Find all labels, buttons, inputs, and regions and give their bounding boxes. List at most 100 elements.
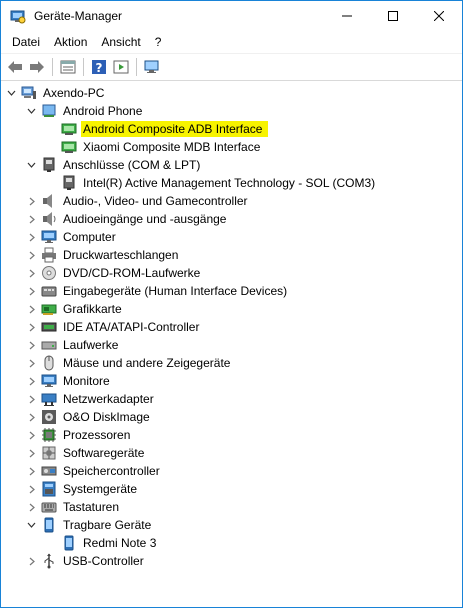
- tree-row-category[interactable]: DVD/CD-ROM-Laufwerke: [1, 264, 462, 282]
- monitor-icon: [41, 373, 57, 389]
- window-title: Geräte-Manager: [34, 9, 123, 23]
- collapse-chevron-icon[interactable]: [5, 84, 17, 102]
- tree-row-category[interactable]: Systemgeräte: [1, 480, 462, 498]
- tree-row-android-phone[interactable]: Android Phone: [1, 102, 462, 120]
- tree-row-category[interactable]: Mäuse und andere Zeigegeräte: [1, 354, 462, 372]
- device-manager-window: Geräte-Manager Datei Aktion Ansicht ? ?: [0, 0, 463, 608]
- tree-label: IDE ATA/ATAPI-Controller: [63, 320, 200, 334]
- tree-label-highlighted: Android Composite ADB Interface: [81, 121, 269, 137]
- tree-row-portable-devices[interactable]: Tragbare Geräte: [1, 516, 462, 534]
- collapse-chevron-icon[interactable]: [25, 516, 37, 534]
- expand-chevron-icon[interactable]: [25, 336, 37, 354]
- expand-chevron-icon[interactable]: [25, 228, 37, 246]
- tree-row-intel-amt[interactable]: Intel(R) Active Management Technology - …: [1, 174, 462, 192]
- keyboard-icon: [41, 499, 57, 515]
- expand-chevron-icon[interactable]: [25, 264, 37, 282]
- expand-chevron-icon[interactable]: [25, 372, 37, 390]
- toolbar-separator: [52, 58, 53, 76]
- tree-row-ports[interactable]: Anschlüsse (COM & LPT): [1, 156, 462, 174]
- tree-row-category[interactable]: Softwaregeräte: [1, 444, 462, 462]
- expand-chevron-icon[interactable]: [25, 192, 37, 210]
- expand-chevron-icon[interactable]: [25, 462, 37, 480]
- tree-label: Eingabegeräte (Human Interface Devices): [63, 284, 288, 298]
- tree-label: Mäuse und andere Zeigegeräte: [63, 356, 231, 370]
- tree-row-redmi-note[interactable]: Redmi Note 3: [1, 534, 462, 552]
- expand-chevron-icon[interactable]: [25, 408, 37, 426]
- monitor-icon: [41, 229, 57, 245]
- port-icon: [41, 157, 57, 173]
- tree-row-category[interactable]: Audio-, Video- und Gamecontroller: [1, 192, 462, 210]
- expand-chevron-icon[interactable]: [25, 282, 37, 300]
- expand-chevron-icon[interactable]: [25, 480, 37, 498]
- tree-row-category[interactable]: Speichercontroller: [1, 462, 462, 480]
- title-bar: Geräte-Manager: [1, 1, 462, 31]
- toolbar: ?: [1, 54, 462, 81]
- tree-row-category[interactable]: Monitore: [1, 372, 462, 390]
- speaker-icon: [41, 193, 57, 209]
- speaker-icon: [41, 211, 57, 227]
- printer-icon: [41, 247, 57, 263]
- view-icon[interactable]: [110, 56, 132, 78]
- tree-row-category[interactable]: Netzwerkadapter: [1, 390, 462, 408]
- tree-row-root[interactable]: Axendo-PC: [1, 84, 462, 102]
- properties-icon[interactable]: [57, 56, 79, 78]
- menu-file[interactable]: Datei: [5, 32, 47, 52]
- disk-image-icon: [41, 409, 57, 425]
- tree-row-adb-interface[interactable]: Android Composite ADB Interface: [1, 120, 462, 138]
- menu-action[interactable]: Aktion: [47, 32, 94, 52]
- tree-label: O&O DiskImage: [63, 410, 150, 424]
- tree-row-category[interactable]: Computer: [1, 228, 462, 246]
- tree-row-category[interactable]: Prozessoren: [1, 426, 462, 444]
- menu-help[interactable]: ?: [148, 32, 169, 52]
- minimize-button[interactable]: [324, 1, 370, 31]
- tree-row-category[interactable]: IDE ATA/ATAPI-Controller: [1, 318, 462, 336]
- tree-row-category[interactable]: O&O DiskImage: [1, 408, 462, 426]
- tree-row-usb[interactable]: USB-Controller: [1, 552, 462, 570]
- expand-chevron-icon[interactable]: [25, 444, 37, 462]
- menu-bar: Datei Aktion Ansicht ?: [1, 31, 462, 54]
- menu-view[interactable]: Ansicht: [94, 32, 147, 52]
- tree-row-category[interactable]: Druckwarteschlangen: [1, 246, 462, 264]
- expand-chevron-icon[interactable]: [25, 300, 37, 318]
- tree-row-category[interactable]: Eingabegeräte (Human Interface Devices): [1, 282, 462, 300]
- expand-chevron-icon[interactable]: [25, 318, 37, 336]
- graphics-card-icon: [41, 301, 57, 317]
- portable-device-icon: [41, 517, 57, 533]
- usb-icon: [41, 553, 57, 569]
- tree-label: Audio-, Video- und Gamecontroller: [63, 194, 248, 208]
- hid-icon: [41, 283, 57, 299]
- storage-controller-icon: [41, 463, 57, 479]
- expand-chevron-icon[interactable]: [25, 552, 37, 570]
- back-arrow-icon[interactable]: [4, 56, 26, 78]
- expand-chevron-icon[interactable]: [25, 426, 37, 444]
- tree-label: Monitore: [63, 374, 110, 388]
- expand-chevron-icon[interactable]: [25, 246, 37, 264]
- close-button[interactable]: [416, 1, 462, 31]
- tree-label: Tastaturen: [63, 500, 120, 514]
- expand-chevron-icon[interactable]: [25, 210, 37, 228]
- portable-device-icon: [61, 535, 77, 551]
- maximize-button[interactable]: [370, 1, 416, 31]
- device-tree: Axendo-PC Android Phone Android Composit…: [1, 82, 462, 607]
- tree-label: Xiaomi Composite MDB Interface: [83, 140, 261, 154]
- tree-row-category[interactable]: Tastaturen: [1, 498, 462, 516]
- network-adapter-icon: [41, 391, 57, 407]
- tree-label: Axendo-PC: [43, 86, 105, 100]
- collapse-chevron-icon[interactable]: [25, 102, 37, 120]
- tree-row-category[interactable]: Laufwerke: [1, 336, 462, 354]
- help-icon[interactable]: ?: [88, 56, 110, 78]
- tree-label: Computer: [63, 230, 116, 244]
- software-device-icon: [41, 445, 57, 461]
- ide-controller-icon: [41, 319, 57, 335]
- expand-chevron-icon[interactable]: [25, 354, 37, 372]
- scan-hardware-icon[interactable]: [141, 56, 163, 78]
- tree-label: Redmi Note 3: [83, 536, 157, 550]
- tree-row-category[interactable]: Grafikkarte: [1, 300, 462, 318]
- mouse-icon: [41, 355, 57, 371]
- tree-row-category[interactable]: Audioeingänge und -ausgänge: [1, 210, 462, 228]
- collapse-chevron-icon[interactable]: [25, 156, 37, 174]
- forward-arrow-icon[interactable]: [26, 56, 48, 78]
- tree-row-mdb-interface[interactable]: Xiaomi Composite MDB Interface: [1, 138, 462, 156]
- expand-chevron-icon[interactable]: [25, 390, 37, 408]
- expand-chevron-icon[interactable]: [25, 498, 37, 516]
